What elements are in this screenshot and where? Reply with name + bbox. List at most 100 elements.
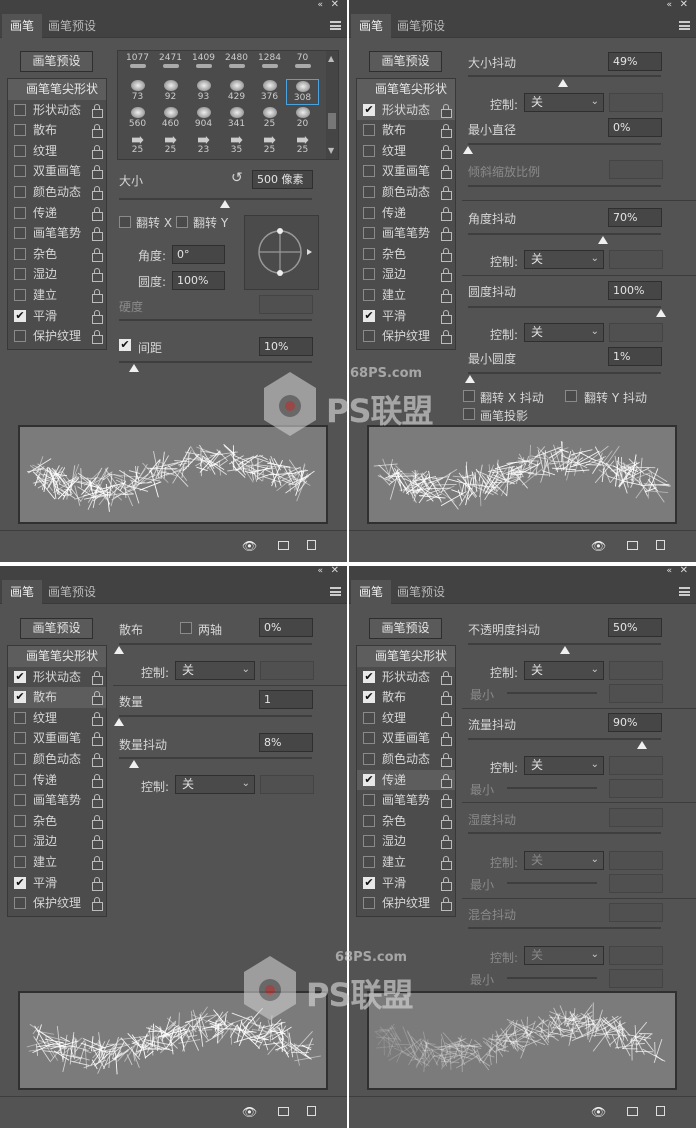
checkbox-icon[interactable] [363,144,375,157]
size-slider-track[interactable] [119,198,312,200]
panel-menu-icon[interactable] [330,587,341,596]
list-item[interactable]: 纹理 [357,708,455,729]
double-chevron-icon[interactable]: « [666,0,672,10]
create-new-icon[interactable] [656,1106,665,1116]
create-new-icon[interactable] [656,540,665,550]
count-thumb[interactable] [114,718,124,726]
checkbox-icon[interactable] [363,268,375,281]
lock-icon[interactable] [441,732,452,747]
flip-y-jitter-checkbox[interactable] [565,390,577,402]
lock-icon[interactable] [92,835,103,850]
lock-icon[interactable] [92,691,103,706]
checkbox-icon[interactable] [14,144,26,157]
scatter-thumb[interactable] [114,646,124,654]
lock-icon[interactable] [92,288,103,303]
checkbox-icon[interactable] [363,835,375,848]
list-item[interactable]: 散布 [8,120,106,141]
count-track[interactable] [119,715,312,717]
lock-icon[interactable] [92,309,103,324]
angle-control-select[interactable]: 关 ⌄ [524,250,604,269]
count-field[interactable]: 1 [259,690,313,709]
spacing-slider-track[interactable] [119,361,312,363]
checkbox-icon[interactable] [14,897,26,910]
list-item[interactable]: 保护纹理 [357,326,455,347]
scroll-down-icon[interactable]: ▼ [328,146,334,155]
list-item[interactable]: 传递 [8,203,106,224]
checkbox-icon[interactable] [14,855,26,868]
roundness-field[interactable]: 100% [172,271,225,290]
double-chevron-icon[interactable]: « [666,566,672,576]
lock-icon[interactable] [441,835,452,850]
list-item[interactable]: ✔ 形状动态 [8,667,106,688]
opacity-jitter-thumb[interactable] [559,646,570,654]
create-new-icon[interactable] [307,540,316,550]
opacity-jitter-track[interactable] [468,643,661,645]
tab-brush-presets[interactable]: 画笔预设 [40,580,104,604]
close-icon[interactable]: ✕ [680,566,688,576]
brush-presets-button[interactable]: 画笔预设 [20,51,93,72]
lock-icon[interactable] [441,814,452,829]
list-item-tip-shape[interactable]: 画笔笔尖形状 [357,79,455,100]
checkbox-icon[interactable]: ✔ [363,670,375,683]
brush-tip-cell[interactable]: 93 [187,79,220,105]
lock-icon[interactable] [441,165,452,180]
list-item[interactable]: ✔ 传递 [357,769,455,791]
list-item[interactable]: 颜色动态 [357,749,455,770]
list-item[interactable]: 杂色 [357,811,455,832]
brush-tip-cell[interactable]: 92 [154,79,187,105]
scatter-track[interactable] [119,643,312,645]
checkbox-icon[interactable]: ✔ [14,309,26,322]
brush-tip-cell[interactable]: 904 [187,106,220,132]
eye-brush-icon[interactable]: 👁 [591,1105,606,1119]
lock-icon[interactable] [92,773,103,788]
checkbox-icon[interactable] [363,897,375,910]
list-item[interactable]: 颜色动态 [8,749,106,770]
lock-icon[interactable] [441,144,452,159]
checkbox-icon[interactable] [14,330,26,343]
list-item[interactable]: 双重画笔 [357,161,455,182]
list-item[interactable]: 散布 [357,120,455,141]
list-item[interactable]: 杂色 [357,244,455,265]
brush-tip-cell[interactable]: 376 [253,79,286,105]
list-item[interactable]: 画笔笔势 [8,223,106,244]
size-jitter-field[interactable]: 49% [608,52,662,71]
flip-x-jitter-checkbox[interactable] [463,390,475,402]
checkbox-icon[interactable] [363,732,375,745]
brush-tip-cell[interactable]: 560 [121,106,154,132]
reset-icon[interactable]: ↺ [231,170,243,186]
create-new-icon[interactable] [307,1106,316,1116]
checkbox-icon[interactable] [363,185,375,198]
checkbox-icon[interactable]: ✔ [363,691,375,704]
opacity-control-select[interactable]: 关 ⌄ [524,661,604,680]
checkbox-icon[interactable] [363,794,375,807]
close-icon[interactable]: ✕ [680,0,688,10]
tab-brush-presets[interactable]: 画笔预设 [40,14,104,38]
panel-menu-icon[interactable] [679,587,690,596]
brush-tip-cell[interactable]: 20 [286,106,319,132]
checkbox-icon[interactable] [363,165,375,178]
checkbox-icon[interactable] [14,711,26,724]
new-brush-icon[interactable] [627,541,638,550]
brush-presets-button[interactable]: 画笔预设 [369,618,442,639]
checkbox-icon[interactable] [14,773,26,786]
brush-tip-cell[interactable]: 341 [220,106,253,132]
lock-icon[interactable] [441,288,452,303]
brush-presets-button[interactable]: 画笔预设 [20,618,93,639]
lock-icon[interactable] [92,227,103,242]
list-item[interactable]: 杂色 [8,244,106,265]
list-item[interactable]: ✔ 散布 [8,687,106,708]
angle-jitter-thumb[interactable] [598,236,609,244]
lock-icon[interactable] [92,752,103,767]
flip-x-checkbox[interactable] [119,216,131,228]
eye-brush-icon[interactable]: 👁 [591,539,606,553]
lock-icon[interactable] [92,124,103,139]
count-control-select[interactable]: 关 ⌄ [175,775,255,794]
brush-tip-cell[interactable]: 25 [253,133,286,159]
checkbox-icon[interactable] [363,752,375,765]
tab-brush[interactable]: 画笔 [351,580,392,604]
brush-tip-cell[interactable]: 460 [154,106,187,132]
brush-projection-checkbox[interactable] [463,408,475,420]
list-item[interactable]: 形状动态 [8,100,106,121]
lock-icon[interactable] [92,185,103,200]
flow-jitter-track[interactable] [468,738,661,740]
